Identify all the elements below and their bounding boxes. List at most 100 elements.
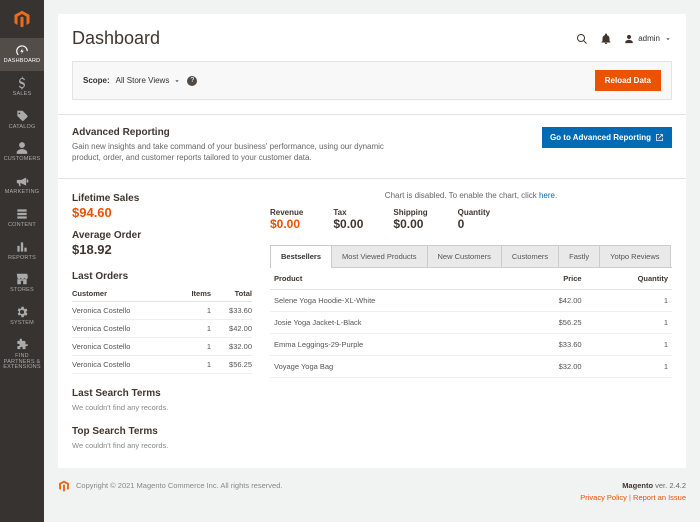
- sidebar-item-label: SALES: [13, 92, 32, 98]
- col-total: Total: [211, 286, 252, 302]
- table-row[interactable]: Veronica Costello1$32.00: [72, 337, 252, 355]
- sidebar-item-stores[interactable]: STORES: [0, 267, 44, 300]
- tab-yotpo[interactable]: Yotpo Reviews: [599, 245, 670, 267]
- col-product: Product: [270, 268, 516, 290]
- kpi-row: Revenue $0.00 Tax $0.00 Shipping $0.00: [270, 208, 672, 231]
- chevron-down-icon: [173, 77, 181, 85]
- puzzle-icon: [15, 338, 29, 352]
- table-row[interactable]: Veronica Costello1$56.25: [72, 355, 252, 373]
- enable-chart-link[interactable]: here: [539, 191, 555, 200]
- dollar-icon: [15, 76, 29, 90]
- top-search-empty: We couldn't find any records.: [72, 441, 252, 450]
- sidebar-item-label: DASHBOARD: [4, 59, 41, 65]
- sidebar-item-label: CONTENT: [8, 223, 36, 229]
- account-menu[interactable]: admin: [624, 34, 672, 44]
- admin-sidebar: DASHBOARD SALES CATALOG CUSTOMERS MARKET…: [0, 0, 44, 522]
- tag-icon: [15, 109, 29, 123]
- sidebar-item-reports[interactable]: REPORTS: [0, 235, 44, 268]
- table-row[interactable]: Veronica Costello1$33.60: [72, 301, 252, 319]
- sidebar-item-label: SYSTEM: [10, 321, 34, 327]
- scope-select[interactable]: All Store Views: [116, 76, 182, 85]
- sidebar-item-label: FIND PARTNERS & EXTENSIONS: [0, 354, 44, 371]
- scope-selected: All Store Views: [116, 76, 170, 85]
- tab-fastly[interactable]: Fastly: [558, 245, 600, 267]
- reload-data-button[interactable]: Reload Data: [595, 70, 661, 91]
- bar-chart-icon: [15, 240, 29, 254]
- advanced-reporting-button-label: Go to Advanced Reporting: [550, 133, 651, 142]
- table-row[interactable]: Emma Leggings-29-Purple$33.601: [270, 333, 672, 355]
- average-order-label: Average Order: [72, 230, 252, 241]
- sidebar-item-marketing[interactable]: MARKETING: [0, 169, 44, 202]
- scope-bar: Scope: All Store Views ? Reload Data: [72, 61, 672, 100]
- magento-logo-icon: [13, 10, 31, 28]
- sidebar-item-label: MARKETING: [5, 190, 40, 196]
- search-icon[interactable]: [576, 33, 588, 45]
- sidebar-item-system[interactable]: SYSTEM: [0, 300, 44, 333]
- sidebar-item-label: CATALOG: [9, 125, 36, 131]
- kpi-tax: Tax $0.00: [333, 208, 363, 231]
- divider: [58, 178, 686, 179]
- tab-most-viewed[interactable]: Most Viewed Products: [331, 245, 427, 267]
- lifetime-sales-value: $94.60: [72, 205, 252, 220]
- kpi-revenue: Revenue $0.00: [270, 208, 303, 231]
- average-order-value: $18.92: [72, 242, 252, 257]
- advanced-reporting-row: Advanced Reporting Gain new insights and…: [72, 127, 672, 164]
- divider: [58, 114, 686, 115]
- advanced-reporting-title: Advanced Reporting: [72, 127, 402, 138]
- scope-label: Scope:: [83, 76, 110, 85]
- kpi-shipping: Shipping $0.00: [393, 208, 427, 231]
- version-text: Magento ver. 2.4.2: [580, 480, 686, 492]
- last-search-empty: We couldn't find any records.: [72, 403, 252, 412]
- layers-icon: [15, 207, 29, 221]
- table-row[interactable]: Selene Yoga Hoodie-XL-White$42.001: [270, 289, 672, 311]
- header-tools: admin: [576, 33, 672, 45]
- summary-column: Lifetime Sales $94.60 Average Order $18.…: [72, 191, 252, 450]
- privacy-link[interactable]: Privacy Policy: [580, 493, 627, 502]
- bestsellers-table: Product Price Quantity Selene Yoga Hoodi…: [270, 268, 672, 378]
- megaphone-icon: [15, 174, 29, 188]
- copyright-text: Copyright © 2021 Magento Commerce Inc. A…: [76, 481, 282, 490]
- bell-icon[interactable]: [600, 33, 612, 45]
- sidebar-item-content[interactable]: CONTENT: [0, 202, 44, 235]
- advanced-reporting-button[interactable]: Go to Advanced Reporting: [542, 127, 672, 148]
- tab-customers[interactable]: Customers: [501, 245, 559, 267]
- dashboard-card: Dashboard admin Scope: All Store Views: [58, 14, 686, 468]
- details-column: Chart is disabled. To enable the chart, …: [270, 191, 672, 450]
- last-orders-title: Last Orders: [72, 271, 252, 282]
- sidebar-item-catalog[interactable]: CATALOG: [0, 104, 44, 137]
- sidebar-item-label: REPORTS: [8, 256, 36, 262]
- help-icon[interactable]: ?: [187, 76, 197, 86]
- table-row[interactable]: Voyage Yoga Bag$32.001: [270, 355, 672, 377]
- report-issue-link[interactable]: Report an Issue: [633, 493, 686, 502]
- lifetime-sales-label: Lifetime Sales: [72, 193, 252, 204]
- store-icon: [15, 272, 29, 286]
- person-icon: [15, 141, 29, 155]
- sidebar-item-partners[interactable]: FIND PARTNERS & EXTENSIONS: [0, 333, 44, 377]
- chart-disabled-note: Chart is disabled. To enable the chart, …: [270, 191, 672, 200]
- tab-bar: Bestsellers Most Viewed Products New Cus…: [270, 245, 672, 268]
- advanced-reporting-desc: Gain new insights and take command of yo…: [72, 142, 402, 164]
- table-row[interactable]: Josie Yoga Jacket-L-Black$56.251: [270, 311, 672, 333]
- footer: Copyright © 2021 Magento Commerce Inc. A…: [58, 480, 686, 504]
- tab-new-customers[interactable]: New Customers: [427, 245, 502, 267]
- kpi-quantity: Quantity 0: [458, 208, 490, 231]
- page-title: Dashboard: [72, 28, 160, 49]
- sidebar-item-label: CUSTOMERS: [4, 157, 41, 163]
- sidebar-item-customers[interactable]: CUSTOMERS: [0, 136, 44, 169]
- chevron-down-icon: [664, 35, 672, 43]
- col-price: Price: [516, 268, 586, 290]
- magento-logo-icon: [58, 480, 70, 492]
- col-quantity: Quantity: [586, 268, 672, 290]
- col-items: Items: [176, 286, 211, 302]
- tab-bestsellers[interactable]: Bestsellers: [270, 245, 332, 267]
- person-icon: [624, 34, 634, 44]
- sidebar-item-sales[interactable]: SALES: [0, 71, 44, 104]
- gear-icon: [15, 305, 29, 319]
- table-row[interactable]: Veronica Costello1$42.00: [72, 319, 252, 337]
- sidebar-item-dashboard[interactable]: DASHBOARD: [0, 38, 44, 71]
- account-label: admin: [638, 34, 660, 43]
- external-link-icon: [655, 133, 664, 142]
- page-header: Dashboard admin: [72, 28, 672, 49]
- last-search-title: Last Search Terms: [72, 388, 252, 399]
- main-area: Dashboard admin Scope: All Store Views: [44, 0, 700, 522]
